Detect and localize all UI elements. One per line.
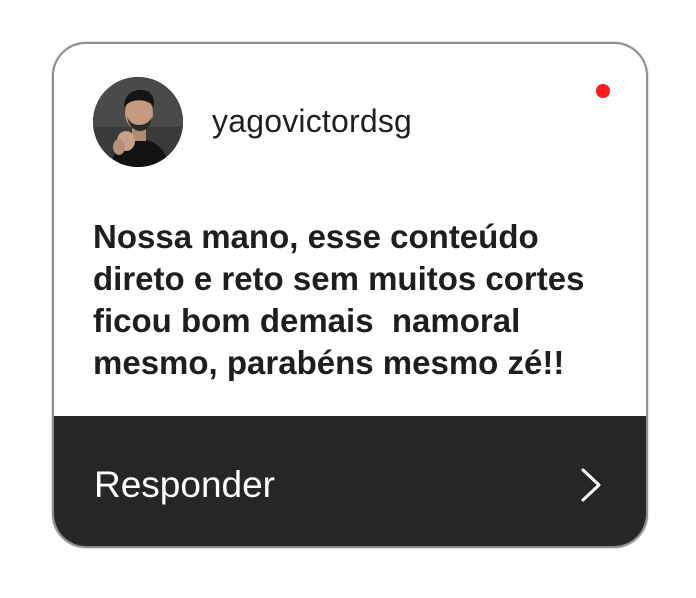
reply-button-label: Responder [94, 464, 276, 505]
reply-button[interactable]: Responder [54, 416, 646, 546]
comment-notification-card: yagovictordsg Nossa mano, esse conteúdo … [52, 42, 648, 548]
comment-header: yagovictordsg [54, 44, 646, 184]
chevron-right-icon [581, 468, 601, 502]
comment-text: Nossa mano, esse conteúdo direto e reto … [93, 218, 594, 381]
username[interactable]: yagovictordsg [212, 103, 412, 140]
avatar-image [93, 77, 183, 167]
unread-dot-icon [596, 84, 610, 98]
user-avatar[interactable] [93, 77, 183, 167]
